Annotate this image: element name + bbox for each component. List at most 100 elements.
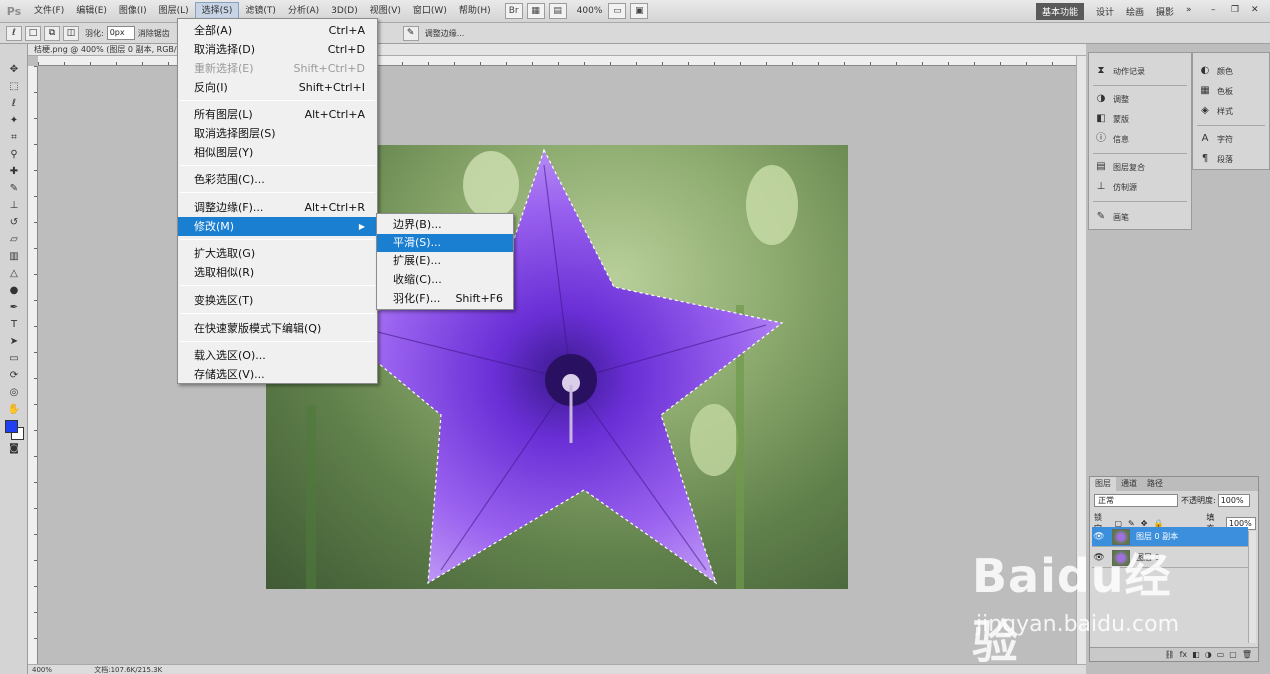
menu-item-load-selection[interactable]: 载入选区(O)... <box>178 346 377 365</box>
new-selection-icon[interactable]: □ <box>25 25 41 41</box>
menu-item-deselect-layers[interactable]: 取消选择图层(S) <box>178 124 377 143</box>
panel-styles[interactable]: ◈ 样式 <box>1199 103 1233 119</box>
menu-item-grow[interactable]: 扩大选取(G) <box>178 244 377 263</box>
tab-paths[interactable]: 路径 <box>1142 477 1168 491</box>
gradient-tool-icon[interactable]: ▥ <box>5 249 23 265</box>
add-selection-icon[interactable]: ⧉ <box>44 25 60 41</box>
menu-item-modify[interactable]: 修改(M) ▶ <box>178 217 377 236</box>
panel-info[interactable]: ⓘ 信息 <box>1095 131 1129 147</box>
marquee-tool-icon[interactable]: ⬚ <box>5 79 23 95</box>
mini-bridge-icon[interactable]: ▦ <box>526 3 545 19</box>
antialias-checkbox[interactable]: 消除锯齿 <box>138 28 170 39</box>
menu-filter[interactable]: 滤镜(T) <box>239 3 282 19</box>
eyedropper-tool-icon[interactable]: ⚲ <box>5 147 23 163</box>
menu-file[interactable]: 文件(F) <box>28 3 70 19</box>
menu-image[interactable]: 图像(I) <box>113 3 153 19</box>
feather-input[interactable]: 0px <box>106 26 135 40</box>
clone-stamp-tool-icon[interactable]: ⊥ <box>5 198 23 214</box>
menu-help[interactable]: 帮助(H) <box>453 3 497 19</box>
quick-select-tool-icon[interactable]: ✦ <box>5 113 23 129</box>
menu-item-similar-layers[interactable]: 相似图层(Y) <box>178 143 377 162</box>
lasso-preset-icon[interactable]: ℓ <box>6 25 22 41</box>
zoom-level[interactable]: 400% <box>577 6 603 16</box>
submenu-item-feather[interactable]: 羽化(F)... Shift+F6 <box>377 290 513 308</box>
close-icon[interactable]: ✕ <box>1245 3 1265 17</box>
menu-layer[interactable]: 图层(L) <box>153 3 195 19</box>
shape-tool-icon[interactable]: ▭ <box>5 351 23 367</box>
panel-brushes[interactable]: ✎ 画笔 <box>1095 209 1129 225</box>
type-tool-icon[interactable]: T <box>5 317 23 333</box>
submenu-item-border[interactable]: 边界(B)... <box>377 216 513 234</box>
new-layer-icon[interactable]: ▢ <box>1229 650 1237 659</box>
workspace-painting[interactable]: 绘画 <box>1120 3 1150 20</box>
panel-layer-comps[interactable]: ▤ 图层复合 <box>1095 159 1145 175</box>
panel-paragraph[interactable]: ¶ 段落 <box>1199 151 1233 167</box>
menu-item-quick-mask[interactable]: 在快速蒙版模式下编辑(Q) <box>178 319 377 338</box>
history-brush-tool-icon[interactable]: ↺ <box>5 215 23 231</box>
menu-item-reselect[interactable]: 重新选择(E) Shift+Ctrl+D <box>178 59 377 78</box>
healing-tool-icon[interactable]: ✚ <box>5 164 23 180</box>
menu-view[interactable]: 视图(V) <box>364 3 407 19</box>
menu-item-color-range[interactable]: 色彩范围(C)... <box>178 170 377 189</box>
3d-rotate-tool-icon[interactable]: ⟳ <box>5 368 23 384</box>
quick-mask-icon[interactable]: ◙ <box>5 441 23 457</box>
menu-item-inverse[interactable]: 反向(I) Shift+Ctrl+I <box>178 78 377 97</box>
tab-channels[interactable]: 通道 <box>1116 477 1142 491</box>
submenu-item-smooth[interactable]: 平滑(S)... <box>377 234 513 252</box>
panel-adjustments[interactable]: ◑ 调整 <box>1095 91 1129 107</box>
subtract-selection-icon[interactable]: ◫ <box>63 25 79 41</box>
screen-mode-icon[interactable]: ▣ <box>630 3 649 19</box>
submenu-item-expand[interactable]: 扩展(E)... <box>377 252 513 270</box>
hand-tool-icon[interactable]: ✋ <box>5 402 23 418</box>
panel-label: 色板 <box>1217 86 1233 96</box>
menu-item-save-selection[interactable]: 存储选区(V)... <box>178 365 377 384</box>
new-group-icon[interactable]: ▭ <box>1217 650 1225 659</box>
menu-edit[interactable]: 编辑(E) <box>70 3 113 19</box>
menu-item-all-layers[interactable]: 所有图层(L) Alt+Ctrl+A <box>178 105 377 124</box>
view-extras-icon[interactable]: ▤ <box>548 3 567 19</box>
workspace-more-icon[interactable]: » <box>1180 3 1198 17</box>
brush-tool-icon[interactable]: ✎ <box>5 181 23 197</box>
panel-swatches[interactable]: ▦ 色板 <box>1199 83 1233 99</box>
pen-tool-icon[interactable]: ✒ <box>5 300 23 316</box>
menu-item-deselect[interactable]: 取消选择(D) Ctrl+D <box>178 40 377 59</box>
menu-item-transform-selection[interactable]: 变换选区(T) <box>178 291 377 310</box>
restore-icon[interactable]: ❐ <box>1225 3 1245 17</box>
move-tool-icon[interactable]: ✥ <box>5 62 23 78</box>
blur-tool-icon[interactable]: △ <box>5 266 23 282</box>
menu-item-similar[interactable]: 选取相似(R) <box>178 263 377 282</box>
menu-analysis[interactable]: 分析(A) <box>282 3 325 19</box>
minimize-icon[interactable]: – <box>1205 3 1222 17</box>
panel-character[interactable]: A 字符 <box>1199 131 1233 147</box>
refine-edge-button[interactable]: 调整边缘... <box>425 28 465 39</box>
crop-tool-icon[interactable]: ⌗ <box>5 130 23 146</box>
menu-window[interactable]: 窗口(W) <box>407 3 453 19</box>
path-select-tool-icon[interactable]: ➤ <box>5 334 23 350</box>
panel-color[interactable]: ◐ 颜色 <box>1199 63 1233 79</box>
layers-scrollbar[interactable] <box>1248 531 1256 643</box>
panel-masks[interactable]: ◧ 蒙版 <box>1095 111 1129 127</box>
3d-orbit-tool-icon[interactable]: ◎ <box>5 385 23 401</box>
arrange-documents-icon[interactable]: ▭ <box>608 3 627 19</box>
blend-mode-select[interactable]: 正常 <box>1094 494 1178 507</box>
eraser-tool-icon[interactable]: ▱ <box>5 232 23 248</box>
menu-3d[interactable]: 3D(D) <box>325 3 364 19</box>
submenu-item-contract[interactable]: 收缩(C)... <box>377 271 513 289</box>
status-zoom[interactable]: 400% <box>32 666 52 674</box>
panel-history[interactable]: ⧗ 动作记录 <box>1095 63 1145 79</box>
workspace-essentials[interactable]: 基本功能 <box>1036 3 1085 20</box>
refine-edge-icon[interactable]: ✎ <box>402 25 419 41</box>
menu-item-all[interactable]: 全部(A) Ctrl+A <box>178 21 377 40</box>
menu-item-shortcut: Ctrl+D <box>327 43 365 56</box>
menu-item-refine-edge[interactable]: 调整边缘(F)... Alt+Ctrl+R <box>178 198 377 217</box>
workspace-photography[interactable]: 摄影 <box>1150 3 1180 20</box>
opacity-input[interactable]: 100% <box>1217 494 1250 507</box>
workspace-design[interactable]: 设计 <box>1090 3 1120 20</box>
tab-layers[interactable]: 图层 <box>1090 477 1116 491</box>
dodge-tool-icon[interactable]: ● <box>5 283 23 299</box>
delete-layer-icon[interactable]: 🗑 <box>1242 650 1252 659</box>
foreground-color-swatch[interactable] <box>5 420 18 433</box>
bridge-icon[interactable]: Br <box>504 3 523 19</box>
panel-clone-source[interactable]: ⊥ 仿制源 <box>1095 179 1137 195</box>
lasso-tool-icon[interactable]: ℓ <box>5 96 23 112</box>
